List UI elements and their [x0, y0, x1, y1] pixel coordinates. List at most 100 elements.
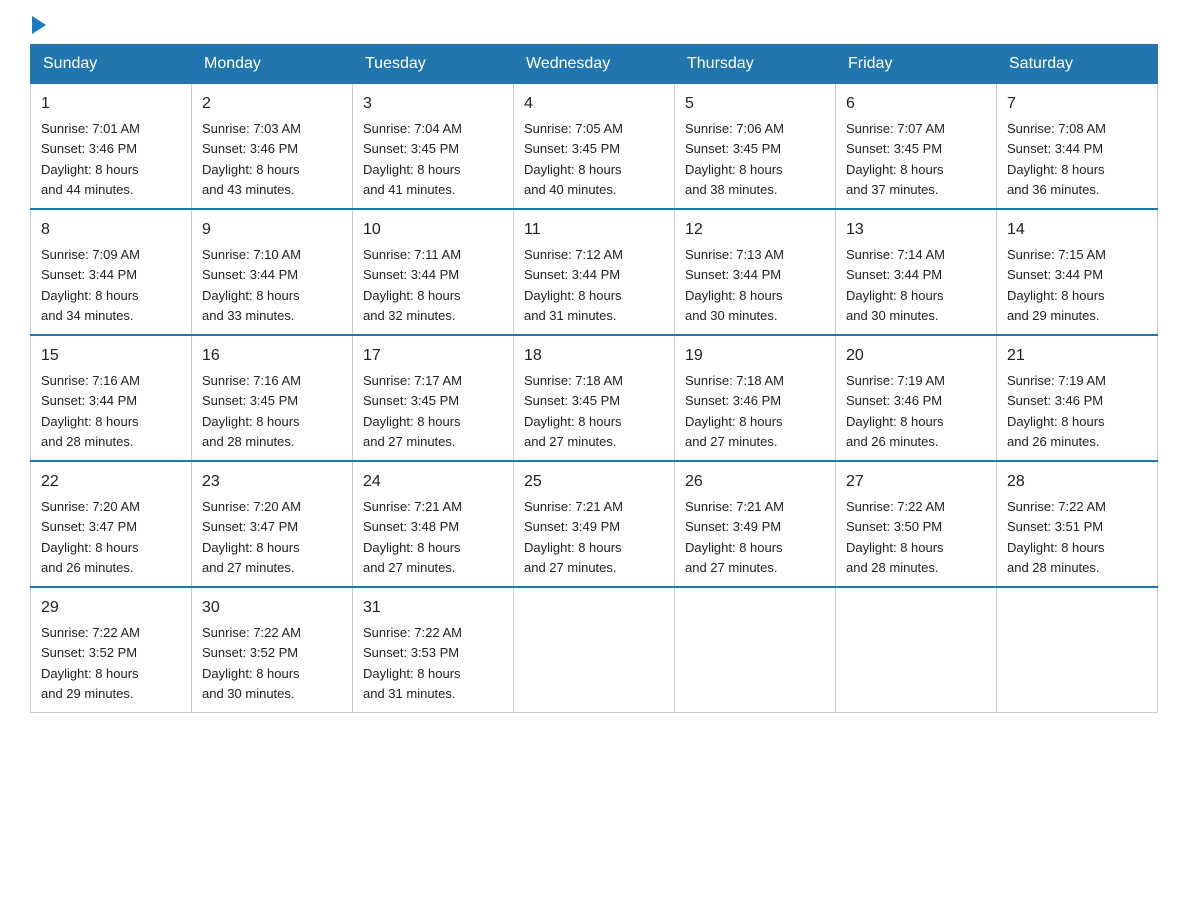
calendar-cell: 17 Sunrise: 7:17 AMSunset: 3:45 PMDaylig…	[353, 335, 514, 461]
calendar-cell: 14 Sunrise: 7:15 AMSunset: 3:44 PMDaylig…	[997, 209, 1158, 335]
day-info: Sunrise: 7:01 AMSunset: 3:46 PMDaylight:…	[41, 121, 140, 197]
day-info: Sunrise: 7:16 AMSunset: 3:44 PMDaylight:…	[41, 373, 140, 449]
day-info: Sunrise: 7:21 AMSunset: 3:49 PMDaylight:…	[685, 499, 784, 575]
day-number: 10	[363, 218, 503, 242]
weekday-header-sunday: Sunday	[31, 45, 192, 84]
day-info: Sunrise: 7:22 AMSunset: 3:51 PMDaylight:…	[1007, 499, 1106, 575]
day-number: 14	[1007, 218, 1147, 242]
day-number: 31	[363, 596, 503, 620]
day-number: 18	[524, 344, 664, 368]
weekday-header-wednesday: Wednesday	[514, 45, 675, 84]
day-number: 25	[524, 470, 664, 494]
calendar-cell	[514, 587, 675, 713]
day-number: 29	[41, 596, 181, 620]
day-info: Sunrise: 7:14 AMSunset: 3:44 PMDaylight:…	[846, 247, 945, 323]
day-number: 12	[685, 218, 825, 242]
calendar-table: SundayMondayTuesdayWednesdayThursdayFrid…	[30, 44, 1158, 713]
day-number: 28	[1007, 470, 1147, 494]
calendar-cell: 30 Sunrise: 7:22 AMSunset: 3:52 PMDaylig…	[192, 587, 353, 713]
day-number: 30	[202, 596, 342, 620]
calendar-cell: 6 Sunrise: 7:07 AMSunset: 3:45 PMDayligh…	[836, 84, 997, 210]
calendar-cell: 12 Sunrise: 7:13 AMSunset: 3:44 PMDaylig…	[675, 209, 836, 335]
day-info: Sunrise: 7:21 AMSunset: 3:48 PMDaylight:…	[363, 499, 462, 575]
day-number: 21	[1007, 344, 1147, 368]
calendar-cell	[675, 587, 836, 713]
day-number: 15	[41, 344, 181, 368]
day-info: Sunrise: 7:08 AMSunset: 3:44 PMDaylight:…	[1007, 121, 1106, 197]
calendar-header-row: SundayMondayTuesdayWednesdayThursdayFrid…	[31, 45, 1158, 84]
day-info: Sunrise: 7:22 AMSunset: 3:52 PMDaylight:…	[41, 625, 140, 701]
logo-blue-part	[30, 20, 46, 34]
day-number: 4	[524, 92, 664, 116]
calendar-week-row: 8 Sunrise: 7:09 AMSunset: 3:44 PMDayligh…	[31, 209, 1158, 335]
day-info: Sunrise: 7:07 AMSunset: 3:45 PMDaylight:…	[846, 121, 945, 197]
calendar-cell: 13 Sunrise: 7:14 AMSunset: 3:44 PMDaylig…	[836, 209, 997, 335]
day-number: 8	[41, 218, 181, 242]
day-info: Sunrise: 7:21 AMSunset: 3:49 PMDaylight:…	[524, 499, 623, 575]
day-number: 7	[1007, 92, 1147, 116]
day-info: Sunrise: 7:03 AMSunset: 3:46 PMDaylight:…	[202, 121, 301, 197]
day-info: Sunrise: 7:22 AMSunset: 3:50 PMDaylight:…	[846, 499, 945, 575]
calendar-cell: 3 Sunrise: 7:04 AMSunset: 3:45 PMDayligh…	[353, 84, 514, 210]
logo	[30, 20, 46, 34]
weekday-header-saturday: Saturday	[997, 45, 1158, 84]
calendar-week-row: 15 Sunrise: 7:16 AMSunset: 3:44 PMDaylig…	[31, 335, 1158, 461]
day-number: 27	[846, 470, 986, 494]
day-number: 6	[846, 92, 986, 116]
day-info: Sunrise: 7:22 AMSunset: 3:52 PMDaylight:…	[202, 625, 301, 701]
calendar-cell: 4 Sunrise: 7:05 AMSunset: 3:45 PMDayligh…	[514, 84, 675, 210]
calendar-cell: 10 Sunrise: 7:11 AMSunset: 3:44 PMDaylig…	[353, 209, 514, 335]
day-info: Sunrise: 7:06 AMSunset: 3:45 PMDaylight:…	[685, 121, 784, 197]
day-number: 9	[202, 218, 342, 242]
day-info: Sunrise: 7:11 AMSunset: 3:44 PMDaylight:…	[363, 247, 461, 323]
day-info: Sunrise: 7:18 AMSunset: 3:46 PMDaylight:…	[685, 373, 784, 449]
day-info: Sunrise: 7:10 AMSunset: 3:44 PMDaylight:…	[202, 247, 301, 323]
day-info: Sunrise: 7:13 AMSunset: 3:44 PMDaylight:…	[685, 247, 784, 323]
calendar-cell: 28 Sunrise: 7:22 AMSunset: 3:51 PMDaylig…	[997, 461, 1158, 587]
calendar-cell: 31 Sunrise: 7:22 AMSunset: 3:53 PMDaylig…	[353, 587, 514, 713]
calendar-cell: 19 Sunrise: 7:18 AMSunset: 3:46 PMDaylig…	[675, 335, 836, 461]
calendar-cell: 21 Sunrise: 7:19 AMSunset: 3:46 PMDaylig…	[997, 335, 1158, 461]
day-info: Sunrise: 7:09 AMSunset: 3:44 PMDaylight:…	[41, 247, 140, 323]
day-info: Sunrise: 7:12 AMSunset: 3:44 PMDaylight:…	[524, 247, 623, 323]
day-number: 16	[202, 344, 342, 368]
day-info: Sunrise: 7:19 AMSunset: 3:46 PMDaylight:…	[846, 373, 945, 449]
calendar-cell: 23 Sunrise: 7:20 AMSunset: 3:47 PMDaylig…	[192, 461, 353, 587]
calendar-cell: 2 Sunrise: 7:03 AMSunset: 3:46 PMDayligh…	[192, 84, 353, 210]
day-number: 5	[685, 92, 825, 116]
day-number: 17	[363, 344, 503, 368]
day-number: 3	[363, 92, 503, 116]
day-number: 19	[685, 344, 825, 368]
calendar-cell: 25 Sunrise: 7:21 AMSunset: 3:49 PMDaylig…	[514, 461, 675, 587]
day-number: 1	[41, 92, 181, 116]
day-info: Sunrise: 7:04 AMSunset: 3:45 PMDaylight:…	[363, 121, 462, 197]
day-number: 22	[41, 470, 181, 494]
weekday-header-friday: Friday	[836, 45, 997, 84]
calendar-cell: 11 Sunrise: 7:12 AMSunset: 3:44 PMDaylig…	[514, 209, 675, 335]
calendar-week-row: 29 Sunrise: 7:22 AMSunset: 3:52 PMDaylig…	[31, 587, 1158, 713]
calendar-cell: 27 Sunrise: 7:22 AMSunset: 3:50 PMDaylig…	[836, 461, 997, 587]
day-info: Sunrise: 7:17 AMSunset: 3:45 PMDaylight:…	[363, 373, 462, 449]
calendar-cell: 1 Sunrise: 7:01 AMSunset: 3:46 PMDayligh…	[31, 84, 192, 210]
calendar-cell: 8 Sunrise: 7:09 AMSunset: 3:44 PMDayligh…	[31, 209, 192, 335]
calendar-cell	[836, 587, 997, 713]
calendar-cell: 26 Sunrise: 7:21 AMSunset: 3:49 PMDaylig…	[675, 461, 836, 587]
calendar-cell: 20 Sunrise: 7:19 AMSunset: 3:46 PMDaylig…	[836, 335, 997, 461]
calendar-cell: 9 Sunrise: 7:10 AMSunset: 3:44 PMDayligh…	[192, 209, 353, 335]
day-info: Sunrise: 7:05 AMSunset: 3:45 PMDaylight:…	[524, 121, 623, 197]
day-number: 2	[202, 92, 342, 116]
day-info: Sunrise: 7:15 AMSunset: 3:44 PMDaylight:…	[1007, 247, 1106, 323]
calendar-week-row: 22 Sunrise: 7:20 AMSunset: 3:47 PMDaylig…	[31, 461, 1158, 587]
day-info: Sunrise: 7:22 AMSunset: 3:53 PMDaylight:…	[363, 625, 462, 701]
day-number: 26	[685, 470, 825, 494]
day-info: Sunrise: 7:20 AMSunset: 3:47 PMDaylight:…	[202, 499, 301, 575]
page-header	[30, 20, 1158, 34]
calendar-cell: 5 Sunrise: 7:06 AMSunset: 3:45 PMDayligh…	[675, 84, 836, 210]
calendar-cell: 7 Sunrise: 7:08 AMSunset: 3:44 PMDayligh…	[997, 84, 1158, 210]
day-number: 23	[202, 470, 342, 494]
day-number: 13	[846, 218, 986, 242]
day-number: 20	[846, 344, 986, 368]
day-number: 11	[524, 218, 664, 242]
day-info: Sunrise: 7:19 AMSunset: 3:46 PMDaylight:…	[1007, 373, 1106, 449]
day-number: 24	[363, 470, 503, 494]
